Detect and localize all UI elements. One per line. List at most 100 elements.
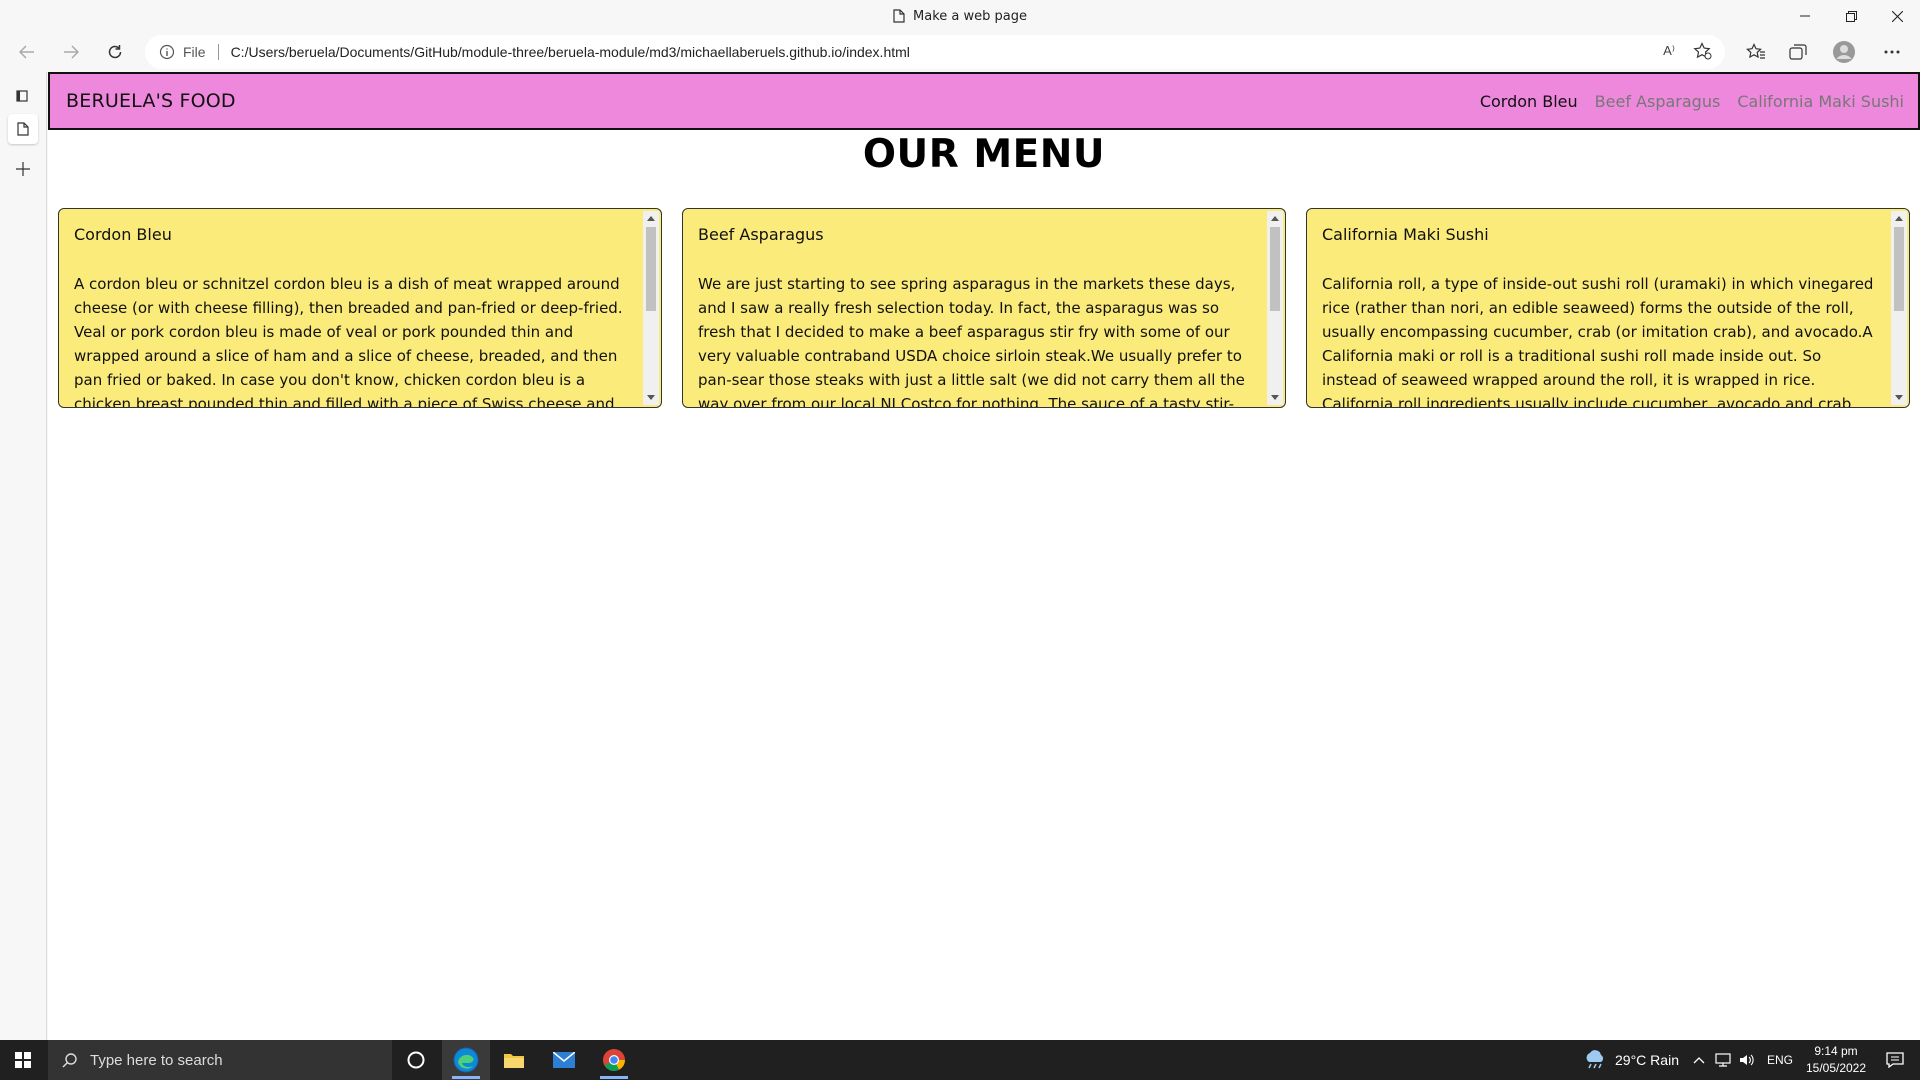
taskbar-app-mail[interactable] [540,1040,588,1080]
site-nav-links: Cordon Bleu Beef Asparagus California Ma… [1463,74,1904,128]
favorites-star-icon [1746,43,1765,59]
minimize-icon [1800,15,1810,17]
scrollbar-thumb[interactable] [1270,227,1280,311]
tab-actions-button[interactable] [8,80,38,110]
card-scrollbar[interactable] [643,211,659,405]
address-divider [217,44,219,60]
site-navbar: BERUELA'S FOOD Cordon Bleu Beef Asparagu… [48,72,1920,130]
network-icon[interactable] [1712,1040,1734,1080]
notification-icon [1886,1052,1904,1068]
taskbar-search-box[interactable]: Type here to search [48,1040,392,1080]
weather-icon[interactable] [1580,1040,1610,1080]
weather-widget[interactable]: 29°C Rain [1612,1040,1682,1080]
card-title: California Maki Sushi [1322,225,1489,244]
page-icon [17,122,29,136]
folder-icon [504,1054,524,1068]
volume-icon[interactable] [1736,1040,1758,1080]
start-button[interactable] [0,1040,46,1080]
card-title: Cordon Bleu [74,225,172,244]
browser-toolbar: File C:/Users/beruela/Documents/GitHub/m… [0,32,1920,72]
minimize-button[interactable] [1782,0,1828,32]
ellipsis-icon [1884,50,1900,54]
scroll-down-arrow-icon[interactable] [1271,395,1279,400]
taskbar-app-chrome[interactable] [590,1040,638,1080]
page-heading: OUR MENU [862,132,1106,177]
site-info-button[interactable] [159,44,175,60]
back-button[interactable] [10,36,44,68]
forward-button[interactable] [54,36,88,68]
windows-taskbar: Type here to search 29°C Rain ENG 9:14 p… [0,1040,1920,1080]
taskbar-clock[interactable]: 9:14 pm 15/05/2022 [1800,1043,1872,1077]
tab-actions-icon [16,90,28,102]
menu-card-california-maki-sushi[interactable]: California Maki Sushi California roll, a… [1306,208,1910,408]
address-bar[interactable]: File C:/Users/beruela/Documents/GitHub/m… [145,35,1725,69]
windows-start-icon [15,1052,31,1068]
chevron-up-icon [1693,1057,1705,1064]
scroll-down-arrow-icon[interactable] [1895,395,1903,400]
vertical-tabs-strip [0,72,47,1040]
add-favorite-button[interactable] [1693,42,1713,64]
favorites-button[interactable] [1736,36,1776,68]
scrollbar-thumb[interactable] [646,227,656,311]
new-tab-button[interactable] [8,154,38,184]
restore-button[interactable] [1828,0,1874,32]
read-aloud-icon[interactable]: A⁾ [1663,43,1675,59]
scrollbar-thumb[interactable] [1894,227,1904,311]
settings-menu-button[interactable] [1872,36,1912,68]
nav-link-california-maki-sushi[interactable]: California Maki Sushi [1737,92,1904,111]
clock-time: 9:14 pm [1814,1044,1858,1058]
cortana-button[interactable] [392,1040,440,1080]
profile-button[interactable] [1824,36,1864,68]
refresh-icon [108,45,122,59]
tab-make-a-web-page[interactable] [8,114,38,144]
cortana-circle-icon [407,1051,425,1069]
nav-link-beef-asparagus[interactable]: Beef Asparagus [1595,92,1721,111]
collections-button[interactable] [1778,36,1818,68]
close-icon [1891,10,1903,22]
star-add-icon [1693,42,1712,60]
chrome-icon [603,1049,625,1071]
card-scrollbar[interactable] [1267,211,1283,405]
card-text: California roll, a type of inside-out su… [1322,275,1874,407]
edge-icon [453,1047,479,1073]
card-title: Beef Asparagus [698,225,824,244]
card-text: We are just starting to see spring aspar… [698,275,1245,407]
scroll-down-arrow-icon[interactable] [647,395,655,400]
scroll-up-arrow-icon[interactable] [1271,216,1279,221]
card-scroll-area: California Maki Sushi California roll, a… [1322,225,1875,407]
search-placeholder: Type here to search [90,1051,223,1069]
scroll-up-arrow-icon[interactable] [1895,216,1903,221]
window-title: Make a web page [913,8,1027,24]
nav-link-cordon-bleu[interactable]: Cordon Bleu [1480,92,1578,111]
info-icon [159,44,175,60]
scroll-up-arrow-icon[interactable] [647,216,655,221]
clock-date: 15/05/2022 [1805,1061,1867,1075]
network-icon-glyph [1715,1053,1731,1067]
close-button[interactable] [1874,0,1920,32]
card-scroll-area: Beef Asparagus We are just starting to s… [698,225,1251,407]
card-text: A cordon bleu or schnitzel cordon bleu i… [74,275,623,407]
site-info-label: File [183,44,206,60]
forward-arrow-icon [64,45,79,59]
rain-cloud-icon [1586,1050,1604,1069]
restore-icon [1845,10,1857,22]
notifications-button[interactable] [1872,1040,1918,1080]
window-title-area: Make a web page [0,0,1920,32]
taskbar-app-file-explorer[interactable] [490,1040,538,1080]
menu-card-beef-asparagus[interactable]: Beef Asparagus We are just starting to s… [682,208,1286,408]
speaker-icon [1740,1054,1754,1066]
input-language[interactable]: ENG [1762,1040,1798,1080]
card-scroll-area: Cordon Bleu A cordon bleu or schnitzel c… [74,225,627,407]
url-text[interactable]: C:/Users/beruela/Documents/GitHub/module… [231,44,910,60]
site-brand[interactable]: BERUELA'S FOOD [66,90,236,112]
taskbar-app-edge[interactable] [442,1040,490,1080]
mail-icon [553,1052,575,1068]
search-icon [62,1053,77,1068]
plus-icon [16,162,30,176]
avatar-icon [1833,41,1855,63]
refresh-button[interactable] [98,36,132,68]
show-hidden-icons-button[interactable] [1688,1040,1710,1080]
window-titlebar: Make a web page [0,0,1920,32]
menu-card-cordon-bleu[interactable]: Cordon Bleu A cordon bleu or schnitzel c… [58,208,662,408]
card-scrollbar[interactable] [1891,211,1907,405]
